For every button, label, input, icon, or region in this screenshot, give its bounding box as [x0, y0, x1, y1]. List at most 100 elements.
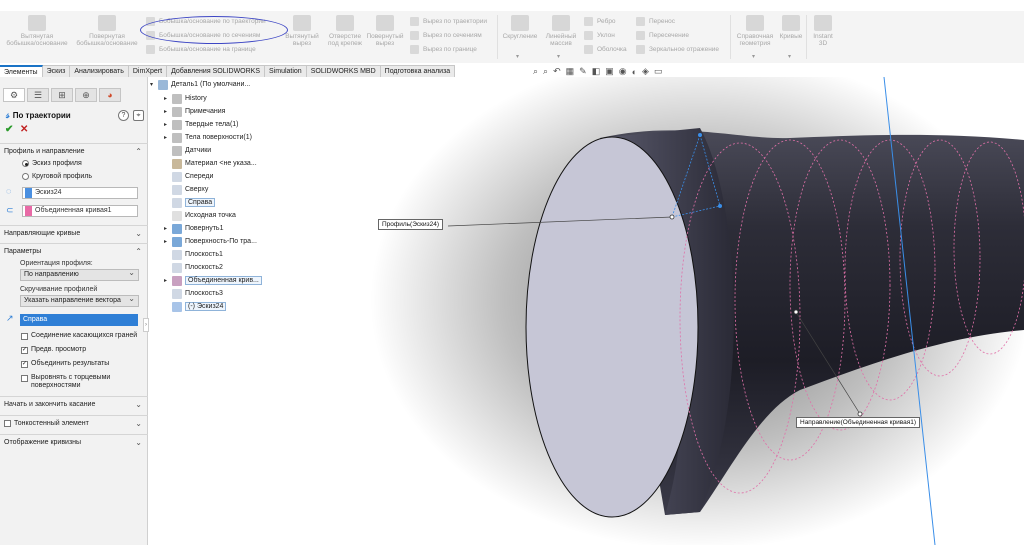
profile-selection-box[interactable]: Эскиз24 [22, 187, 138, 199]
help-button[interactable]: ? [118, 110, 129, 121]
zoom-fit-icon[interactable]: ⌕ [533, 66, 538, 77]
boundary-boss-button[interactable]: Бобышка/основание на границе [146, 44, 256, 55]
feature-title: 𝓈 По траектории [6, 110, 71, 121]
tab-sketch[interactable]: Эскиз [42, 65, 71, 77]
zoom-area-icon[interactable]: ⌕ [543, 66, 548, 77]
tree-item-plane1[interactable]: Плоскость1 [164, 249, 223, 260]
wrap-button[interactable]: Перенос [636, 16, 675, 27]
lofted-cut-button[interactable]: Вырез по сечениям [410, 30, 482, 41]
section-parameters[interactable]: Параметры ⌃ [0, 243, 148, 259]
curves-button[interactable]: Кривые [778, 15, 804, 40]
hide-show-icon[interactable]: ◉ [619, 66, 627, 77]
section-curvature-display[interactable]: Отображение кривизны ⌄ [0, 434, 148, 450]
tree-item-origin[interactable]: Исходная точка [164, 210, 236, 221]
sketch-point[interactable] [698, 133, 702, 137]
merge-results-checkbox[interactable]: ✓ Объединить результаты [21, 360, 109, 368]
tree-item-plane3[interactable]: Плоскость3 [164, 288, 223, 299]
ok-button[interactable]: ✔ [5, 124, 13, 135]
tree-item-sketch24[interactable]: (-) Эскиз24 [164, 301, 227, 312]
edit-appearance-icon[interactable]: ◐ [632, 67, 637, 77]
tree-item-right-plane[interactable]: Справа [164, 197, 216, 208]
property-manager-tab-icon[interactable]: ☰ [27, 88, 49, 102]
instant3d-button[interactable]: Instant 3D [810, 15, 836, 47]
revolved-boss-button[interactable]: Повернутая бобышка/основание [76, 15, 138, 47]
tab-evaluate[interactable]: Анализировать [70, 65, 129, 77]
section-profile-direction[interactable]: Профиль и направление ⌃ [0, 143, 148, 159]
draft-button[interactable]: Уклон [584, 30, 615, 41]
sketch-profile-radio[interactable]: Эскиз профиля [22, 160, 82, 167]
profile-callout[interactable]: Профиль(Эскиз24) [378, 219, 443, 230]
tree-item-composite-curve[interactable]: ▸ Объединенная крив... [164, 275, 262, 286]
tree-root[interactable]: ▾ Деталь1 (По умолчани... [150, 79, 250, 90]
section-start-end-tangency[interactable]: Начать и закончить касание ⌄ [0, 396, 148, 412]
tab-dimxpert[interactable]: DimXpert [128, 65, 168, 77]
previous-view-icon[interactable]: ↶ [553, 66, 561, 77]
path-color-swatch [25, 206, 32, 216]
shell-button[interactable]: Оболочка [584, 44, 627, 55]
path-callout[interactable]: Направление(Объединенная кривая1) [796, 417, 921, 428]
section-thin-feature[interactable]: Тонкостенный элемент ⌄ [0, 415, 148, 431]
display-manager-tab-icon[interactable]: ◕ [99, 88, 121, 102]
hole-wizard-button[interactable]: Отверстие под крепеж [326, 15, 364, 47]
tree-item-surface-bodies[interactable]: ▸ Тела поверхности(1) [164, 132, 252, 143]
linear-pattern-button[interactable]: Линейный массив [542, 15, 580, 47]
reference-dropdown-icon[interactable]: ▾ [752, 53, 755, 60]
tab-addins[interactable]: Добавления SOLIDWORKS [167, 65, 266, 77]
config-manager-tab-icon[interactable]: ⊞ [51, 88, 73, 102]
tree-item-sensors[interactable]: Датчики [164, 145, 211, 156]
cancel-button[interactable]: ✕ [20, 124, 28, 135]
radio-indicator [22, 160, 29, 167]
dynamic-annotation-icon[interactable]: ✎ [579, 66, 587, 77]
section-guide-curves[interactable]: Направляющие кривые ⌄ [0, 225, 148, 241]
pattern-dropdown-icon[interactable]: ▾ [557, 53, 560, 60]
curves-dropdown-icon[interactable]: ▾ [788, 53, 791, 60]
twist-select[interactable]: Указать направление вектора [20, 294, 139, 307]
tree-item-solid-bodies[interactable]: ▸ Твердые тела(1) [164, 119, 239, 130]
fillet-button[interactable]: Скругление [501, 15, 539, 40]
view-orientation-icon[interactable]: ◧ [592, 66, 601, 77]
pin-button[interactable]: ⌖ [133, 110, 144, 121]
tree-item-surface-sweep[interactable]: ▸ Поверхность-По тра... [164, 236, 257, 247]
tree-item-annotations[interactable]: ▸ Примечания [164, 106, 225, 117]
mirror-button[interactable]: Зеркальное отражение [636, 44, 719, 55]
tree-item-plane2[interactable]: Плоскость2 [164, 262, 223, 273]
view-settings-icon[interactable]: ▭ [654, 66, 663, 77]
circular-profile-radio[interactable]: Круговой профиль [22, 173, 92, 180]
swept-cut-button[interactable]: Вырез по траектории [410, 16, 487, 27]
align-end-faces-checkbox[interactable]: Выровнять с торцевыми поверхностями [21, 374, 137, 390]
display-style-icon[interactable]: ▣ [605, 66, 614, 77]
tree-item-material[interactable]: Материал <не указа... [164, 158, 257, 169]
extruded-boss-button[interactable]: Вытянутая бобышка/основание [6, 15, 68, 47]
sketch-point[interactable] [718, 204, 722, 208]
tree-item-history[interactable]: ▸ History [164, 93, 207, 104]
direction-vector-field[interactable]: Справа [20, 314, 138, 326]
linear-pattern-icon [552, 15, 570, 31]
rib-button[interactable]: Ребро [584, 16, 616, 27]
tree-item-front-plane[interactable]: Спереди [164, 171, 213, 182]
preview-checkbox[interactable]: ✓ Предв. просмотр [21, 346, 86, 354]
tab-mbd[interactable]: SOLIDWORKS MBD [306, 65, 381, 77]
feature-tree-tab-icon[interactable]: ⚙ [3, 88, 25, 102]
revolved-cut-button[interactable]: Повернутый вырез [366, 15, 404, 47]
path-selection-box[interactable]: Объединенная кривая1 [22, 205, 138, 217]
tree-item-top-plane[interactable]: Сверху [164, 184, 208, 195]
boundary-cut-button[interactable]: Вырез по границе [410, 44, 477, 55]
dimxpert-tab-icon[interactable]: ⊕ [75, 88, 97, 102]
fillet-dropdown-icon[interactable]: ▾ [516, 53, 519, 60]
intersect-button[interactable]: Пересечение [636, 30, 689, 41]
tab-features[interactable]: Элементы [0, 65, 43, 77]
thin-feature-checkbox[interactable] [4, 420, 11, 427]
expand-arrow-icon: ▸ [164, 135, 168, 141]
graphics-viewport[interactable] [148, 77, 1024, 545]
section-view-icon[interactable]: ▦ [566, 66, 575, 77]
tab-simulation[interactable]: Simulation [265, 65, 307, 77]
tab-analysis-prep[interactable]: Подготовка анализа [380, 65, 456, 77]
orientation-select[interactable]: По направлению [20, 268, 139, 281]
extruded-cut-button[interactable]: Вытянутый вырез [284, 15, 320, 47]
merge-tangent-checkbox[interactable]: Соединение касающихся граней [21, 332, 137, 340]
radio-indicator [22, 173, 29, 180]
tree-item-revolve1[interactable]: ▸ Повернуть1 [164, 223, 223, 234]
apply-scene-icon[interactable]: ◈ [642, 66, 649, 77]
instant3d-icon [814, 15, 832, 31]
reference-geometry-button[interactable]: Справочная геометрия [732, 15, 778, 47]
